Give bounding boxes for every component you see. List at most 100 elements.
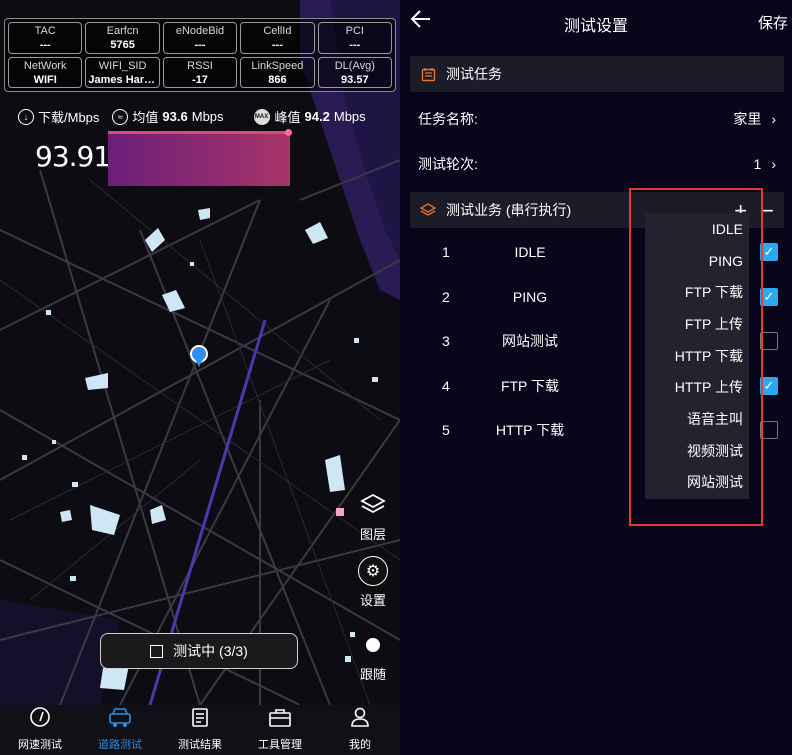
task-name-value: 家里	[733, 110, 762, 127]
stat-value: 5765	[110, 39, 135, 51]
stat-wifi-sid: WIFI_SID James Hard...	[85, 56, 160, 88]
gear-icon: ⚙	[358, 556, 388, 586]
average-unit: Mbps	[191, 109, 224, 124]
download-arrow-icon: ↓	[18, 108, 34, 125]
task-section-title: 测试任务	[446, 66, 502, 82]
stat-label: WIFI_SID	[98, 59, 147, 72]
settings-label: 设置	[359, 593, 386, 608]
rounds-label: 测试轮次:	[418, 155, 478, 172]
speed-bar-chart	[108, 133, 290, 186]
settings-button[interactable]: ⚙ 设置	[358, 556, 388, 609]
stat-label: eNodeBid	[175, 25, 225, 37]
task-section-header: 测试任务	[410, 56, 784, 92]
service-name: FTP 下载	[500, 377, 560, 394]
stop-square-icon	[150, 644, 164, 658]
peak-unit: Mbps	[333, 109, 366, 124]
service-number: 1	[442, 244, 450, 261]
max-icon: MAX	[253, 108, 270, 125]
nav-label: 网速测试	[18, 739, 62, 751]
stat-value: 866	[268, 73, 287, 86]
minus-icon[interactable]: −	[761, 198, 774, 223]
nav-label: 我的	[349, 739, 371, 751]
peak-label: 峰值	[274, 110, 301, 125]
service-name: 网站测试	[502, 333, 558, 350]
stat-label: Earfcn	[106, 25, 139, 37]
chevron-right-icon: ›	[771, 110, 776, 127]
stat-value: James Hard...	[88, 73, 159, 86]
current-speed: 93.91	[35, 140, 111, 173]
average-group: ≈ 均值 93.6 Mbps	[112, 107, 224, 126]
car-icon	[107, 706, 133, 734]
average-value: 93.6	[162, 109, 188, 124]
service-section-title: 测试业务 (串行执行)	[446, 202, 572, 218]
stat-value: ---	[271, 39, 283, 51]
stat-cellid: CellId ---	[240, 22, 315, 54]
save-button[interactable]: 保存	[758, 12, 788, 33]
rounds-row[interactable]: 测试轮次: 1 ›	[410, 141, 784, 186]
stat-network: NetWork WIFI	[8, 56, 83, 88]
rounds-value: 1	[753, 155, 762, 172]
stat-value: WIFI	[33, 73, 57, 86]
stat-label: DL(Avg)	[334, 59, 375, 72]
stat-earfcn: Earfcn 5765	[85, 22, 160, 54]
page-title: 测试设置	[563, 18, 628, 35]
stat-pci: PCI ---	[317, 22, 392, 54]
service-name: PING	[512, 288, 548, 305]
task-name-label: 任务名称:	[418, 110, 478, 127]
speed-bar-line	[108, 131, 290, 134]
user-icon	[349, 706, 371, 734]
service-name: HTTP 下载	[495, 422, 565, 439]
nav-label: 道路测试	[98, 739, 142, 751]
testing-status-button[interactable]: 测试中 (3/3)	[100, 633, 298, 669]
stat-rssi: RSSI -17	[162, 56, 238, 88]
stat-label: LinkSpeed	[251, 59, 304, 72]
follow-label: 跟随	[359, 667, 386, 682]
download-label: 下载/Mbps	[38, 110, 100, 125]
cell-info-panel: TAC --- Earfcn 5765 eNodeBid --- CellId --- …	[4, 18, 396, 92]
nav-test-results[interactable]: 测试结果	[160, 705, 240, 755]
nav-label: 工具管理	[258, 739, 302, 751]
nav-label: 测试结果	[178, 739, 222, 751]
follow-dot-icon	[358, 630, 388, 660]
chevron-right-icon: ›	[771, 155, 776, 172]
peak-value: 94.2	[304, 109, 330, 124]
bottom-navigation: 网速测试 道路测试 测试结果 工具管理 我的	[0, 705, 400, 755]
stat-label: TAC	[34, 25, 56, 37]
layers-icon	[420, 202, 436, 218]
stat-label: PCI	[345, 25, 364, 37]
layers-label: 图层	[359, 527, 386, 542]
nav-road-test[interactable]: 道路测试	[80, 705, 160, 755]
follow-button[interactable]: 跟随	[358, 630, 388, 683]
calendar-icon	[420, 66, 436, 82]
nav-profile[interactable]: 我的	[320, 705, 400, 755]
stat-value: -17	[192, 73, 208, 86]
clipboard-icon	[189, 706, 211, 734]
stat-dl-avg: DL(Avg) 93.57	[317, 56, 392, 88]
toolbox-icon	[268, 706, 292, 734]
stat-value: 93.57	[341, 73, 369, 86]
average-label: 均值	[132, 110, 159, 125]
road-test-screen: TAC --- Earfcn 5765 eNodeBid --- CellId --- …	[0, 0, 400, 755]
download-label-group: ↓ 下载/Mbps	[18, 107, 99, 126]
peak-group: MAX 峰值 94.2 Mbps	[253, 107, 366, 126]
service-name: IDLE	[514, 244, 546, 261]
gauge-icon	[29, 706, 51, 734]
stat-linkspeed: LinkSpeed 866	[240, 56, 315, 88]
stat-label: CellId	[263, 25, 292, 37]
top-bar: 测试设置 保存	[400, 0, 792, 44]
stat-value: ---	[349, 39, 361, 51]
layers-button[interactable]: 图层	[358, 490, 388, 543]
service-number: 4	[442, 377, 450, 394]
service-number: 2	[442, 288, 450, 305]
nav-speed-test[interactable]: 网速测试	[0, 705, 80, 755]
stat-tac: TAC ---	[8, 22, 83, 54]
average-icon: ≈	[112, 108, 129, 125]
nav-tool-management[interactable]: 工具管理	[240, 705, 320, 755]
speed-bar-marker	[285, 129, 292, 136]
speed-summary: ↓ 下载/Mbps ≈ 均值 93.6 Mbps MAX 峰值 94.2 Mbp…	[18, 107, 382, 126]
stat-label: RSSI	[187, 59, 213, 72]
location-pin-tail	[195, 359, 203, 367]
task-name-row[interactable]: 任务名称: 家里 ›	[410, 96, 784, 141]
service-number: 3	[442, 333, 450, 350]
stat-label: NetWork	[23, 59, 67, 72]
